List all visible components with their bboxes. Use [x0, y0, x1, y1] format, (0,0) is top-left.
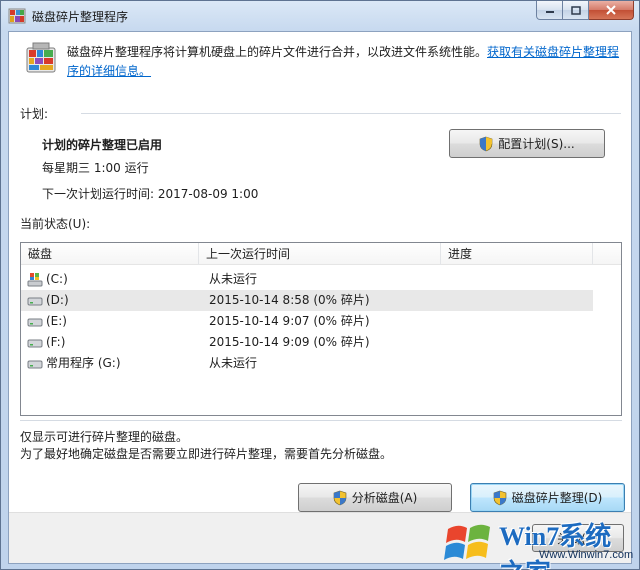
disk-name: (D:) — [46, 293, 69, 307]
schedule-status: 计划的碎片整理已启用 — [42, 138, 163, 152]
column-header-last-run[interactable]: 上一次运行时间 — [199, 243, 441, 265]
analyze-disk-label: 分析磁盘(A) — [351, 491, 418, 505]
disk-name: (F:) — [46, 335, 66, 349]
defrag-app-icon — [8, 8, 26, 24]
disk-row-e[interactable]: (E:) 2015-10-14 9:07 (0% 碎片) — [21, 311, 593, 332]
defragment-disk-button[interactable]: 磁盘碎片整理(D) — [470, 483, 625, 512]
watermark-url: Www.Winwin7.com — [539, 549, 634, 561]
description-text: 磁盘碎片整理程序将计算机硬盘上的碎片文件进行合并，以改进文件系统性能。获取有关磁… — [67, 43, 623, 81]
maximize-icon — [570, 5, 581, 15]
description: 磁盘碎片整理程序将计算机硬盘上的碎片文件进行合并，以改进文件系统性能。 — [67, 45, 488, 59]
schedule-divider — [81, 113, 621, 114]
disk-last-run: 2015-10-14 9:09 (0% 碎片) — [209, 335, 370, 349]
disk-row-g[interactable]: 常用程序 (G:) 从未运行 — [21, 353, 593, 374]
disk-name: (C:) — [46, 272, 68, 286]
uac-shield-icon — [493, 490, 506, 505]
analyze-disk-button[interactable]: 分析磁盘(A) — [298, 483, 452, 512]
window-title: 磁盘碎片整理程序 — [32, 10, 129, 24]
disk-list-header: 磁盘 上一次运行时间 进度 — [21, 243, 621, 265]
disk-name: 常用程序 (G:) — [46, 356, 121, 370]
site-watermark: Win7系统之家 Www.Winwin7.com — [444, 511, 634, 570]
schedule-next-run: 下一次计划运行时间: 2017-08-09 1:00 — [42, 187, 259, 201]
caption-buttons — [536, 1, 634, 21]
disk-name: (E:) — [46, 314, 67, 328]
watermark-brand: Win7系统之家 — [499, 522, 612, 570]
note-line-1: 仅显示可进行碎片整理的磁盘。 — [20, 430, 189, 444]
disk-row-f[interactable]: (F:) 2015-10-14 9:09 (0% 碎片) — [21, 332, 593, 353]
notes-divider — [20, 420, 622, 421]
disk-last-run: 从未运行 — [209, 356, 258, 370]
current-status-label: 当前状态(U): — [20, 217, 91, 231]
disk-list[interactable]: 磁盘 上一次运行时间 进度 (C:) 从未运行 (D:) 2015-10-14 … — [20, 242, 622, 416]
hard-drive-icon — [27, 360, 43, 369]
configure-schedule-button[interactable]: 配置计划(S)... — [449, 129, 605, 158]
disk-last-run: 从未运行 — [209, 272, 258, 286]
close-window-button[interactable] — [589, 1, 634, 20]
schedule-section-label: 计划: — [20, 107, 49, 121]
hard-drive-icon — [27, 318, 43, 327]
column-header-disk[interactable]: 磁盘 — [21, 243, 199, 265]
hard-drive-icon — [27, 297, 43, 306]
close-icon — [606, 5, 616, 15]
windows-logo-icon — [444, 524, 490, 560]
disk-row-c[interactable]: (C:) 从未运行 — [21, 269, 593, 290]
column-header-progress[interactable]: 进度 — [441, 243, 593, 265]
maximize-button[interactable] — [563, 1, 589, 20]
minimize-icon — [545, 11, 554, 13]
configure-schedule-label: 配置计划(S)... — [498, 137, 575, 151]
content-panel: 磁盘碎片整理程序将计算机硬盘上的碎片文件进行合并，以改进文件系统性能。获取有关磁… — [9, 32, 631, 512]
hard-drive-icon — [27, 339, 43, 348]
uac-shield-icon — [333, 490, 347, 505]
uac-shield-icon — [479, 136, 493, 151]
app-window: 磁盘碎片整理程序 磁盘碎片整理程序将计算机硬盘上的碎片文件进行合并，以改进文件系… — [0, 0, 640, 570]
disk-row-d[interactable]: (D:) 2015-10-14 8:58 (0% 碎片) — [21, 290, 593, 311]
disk-last-run: 2015-10-14 9:07 (0% 碎片) — [209, 314, 370, 328]
schedule-frequency: 每星期三 1:00 运行 — [42, 161, 149, 175]
minimize-button[interactable] — [536, 1, 563, 20]
defrag-header-icon — [26, 42, 56, 73]
client-area: 磁盘碎片整理程序将计算机硬盘上的碎片文件进行合并，以改进文件系统性能。获取有关磁… — [8, 31, 632, 564]
disk-last-run: 2015-10-14 8:58 (0% 碎片) — [209, 293, 370, 307]
system-drive-icon — [27, 273, 43, 287]
title-bar[interactable]: 磁盘碎片整理程序 — [1, 1, 639, 31]
defragment-disk-label: 磁盘碎片整理(D) — [511, 491, 603, 505]
note-line-2: 为了最好地确定磁盘是否需要立即进行碎片整理，需要首先分析磁盘。 — [20, 447, 393, 461]
